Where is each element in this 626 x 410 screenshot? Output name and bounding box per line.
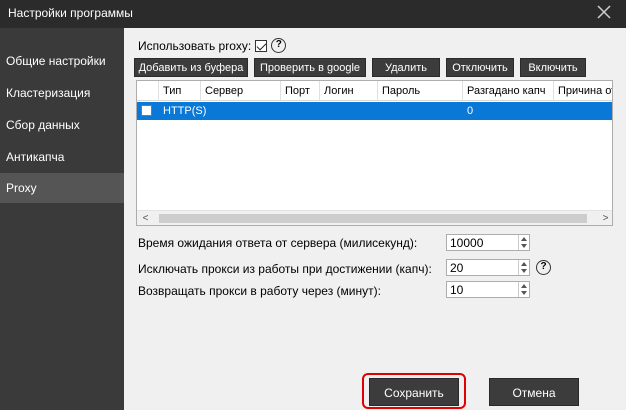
sidebar-item-proxy[interactable]: Proxy: [0, 173, 124, 203]
timeout-value[interactable]: 10000: [450, 236, 483, 250]
help-icon[interactable]: ?: [271, 38, 287, 53]
table-row[interactable]: HTTP(S) 0: [137, 102, 612, 120]
stepper-up-icon[interactable]: [521, 284, 527, 288]
cell-server: [201, 102, 205, 120]
header-reason[interactable]: Причина откл: [554, 81, 612, 101]
header-select: [137, 81, 159, 101]
stepper-buttons[interactable]: [518, 260, 529, 275]
help-icon[interactable]: ?: [536, 260, 551, 275]
timeout-label: Время ожидания ответа от сервера (милисе…: [138, 236, 418, 250]
exclude-label: Исключать прокси из работы при достижени…: [138, 262, 432, 276]
save-button[interactable]: Сохранить: [369, 378, 459, 406]
cell-type: HTTP(S): [163, 105, 207, 117]
cell-port: [281, 102, 285, 120]
timeout-stepper[interactable]: 10000: [446, 234, 530, 251]
sidebar-item-anticaptcha[interactable]: Антикапча: [0, 142, 124, 172]
cancel-button[interactable]: Отмена: [489, 378, 579, 406]
return-stepper[interactable]: 10: [446, 281, 530, 298]
stepper-down-icon[interactable]: [521, 291, 527, 295]
header-solved[interactable]: Разгадано капч: [463, 81, 554, 101]
cell-password: [378, 102, 382, 120]
cell-login: [320, 102, 324, 120]
exclude-value[interactable]: 20: [450, 261, 463, 275]
table-header: Тип Сервер Порт Логин Пароль Разгадано к…: [137, 81, 612, 101]
sidebar-item-label: Общие настройки: [6, 54, 106, 68]
delete-button[interactable]: Удалить: [372, 58, 440, 77]
use-proxy-row: Использовать proxy: ?: [138, 38, 287, 53]
scroll-left-icon[interactable]: <: [139, 212, 152, 225]
use-proxy-label: Использовать proxy:: [138, 38, 252, 53]
sidebar-item-label: Сбор данных: [6, 118, 80, 132]
stepper-down-icon[interactable]: [521, 244, 527, 248]
sidebar-item-general[interactable]: Общие настройки: [0, 46, 124, 76]
window-title: Настройки программы: [8, 6, 133, 20]
horizontal-scrollbar[interactable]: < >: [137, 210, 612, 225]
enable-button[interactable]: Включить: [520, 58, 586, 77]
cell-solved: 0: [467, 105, 474, 117]
stepper-down-icon[interactable]: [521, 269, 527, 273]
header-port[interactable]: Порт: [281, 81, 320, 101]
stepper-buttons[interactable]: [518, 235, 529, 250]
sidebar: Общие настройки Кластеризация Сбор данны…: [0, 28, 124, 410]
title-bar: Настройки программы: [0, 0, 626, 28]
stepper-up-icon[interactable]: [521, 262, 527, 266]
disable-button[interactable]: Отключить: [446, 58, 514, 77]
sidebar-item-data-collection[interactable]: Сбор данных: [0, 110, 124, 140]
close-icon[interactable]: [596, 4, 612, 20]
proxy-settings-panel: Использовать proxy: ? Добавить из буфера…: [124, 28, 626, 410]
use-proxy-checkbox[interactable]: [255, 39, 268, 52]
check-google-button[interactable]: Проверить в google: [254, 58, 366, 77]
sidebar-item-clustering[interactable]: Кластеризация: [0, 78, 124, 108]
return-label: Возвращать прокси в работу через (минут)…: [138, 284, 381, 298]
row-checkbox[interactable]: [141, 105, 152, 116]
header-server[interactable]: Сервер: [201, 81, 281, 101]
sidebar-item-label: Антикапча: [6, 150, 65, 164]
exclude-stepper[interactable]: 20: [446, 259, 530, 276]
sidebar-item-label: Кластеризация: [6, 86, 91, 100]
stepper-up-icon[interactable]: [521, 237, 527, 241]
scroll-thumb[interactable]: [159, 214, 587, 223]
add-from-clipboard-button[interactable]: Добавить из буфера: [134, 58, 248, 77]
sidebar-item-label: Proxy: [6, 181, 37, 195]
cell-reason: [554, 102, 558, 120]
scroll-right-icon[interactable]: >: [599, 212, 612, 225]
header-login[interactable]: Логин: [320, 81, 378, 101]
header-password[interactable]: Пароль: [378, 81, 463, 101]
stepper-buttons[interactable]: [518, 282, 529, 297]
header-type[interactable]: Тип: [159, 81, 201, 101]
return-value[interactable]: 10: [450, 283, 463, 297]
proxy-table: Тип Сервер Порт Логин Пароль Разгадано к…: [136, 80, 613, 226]
